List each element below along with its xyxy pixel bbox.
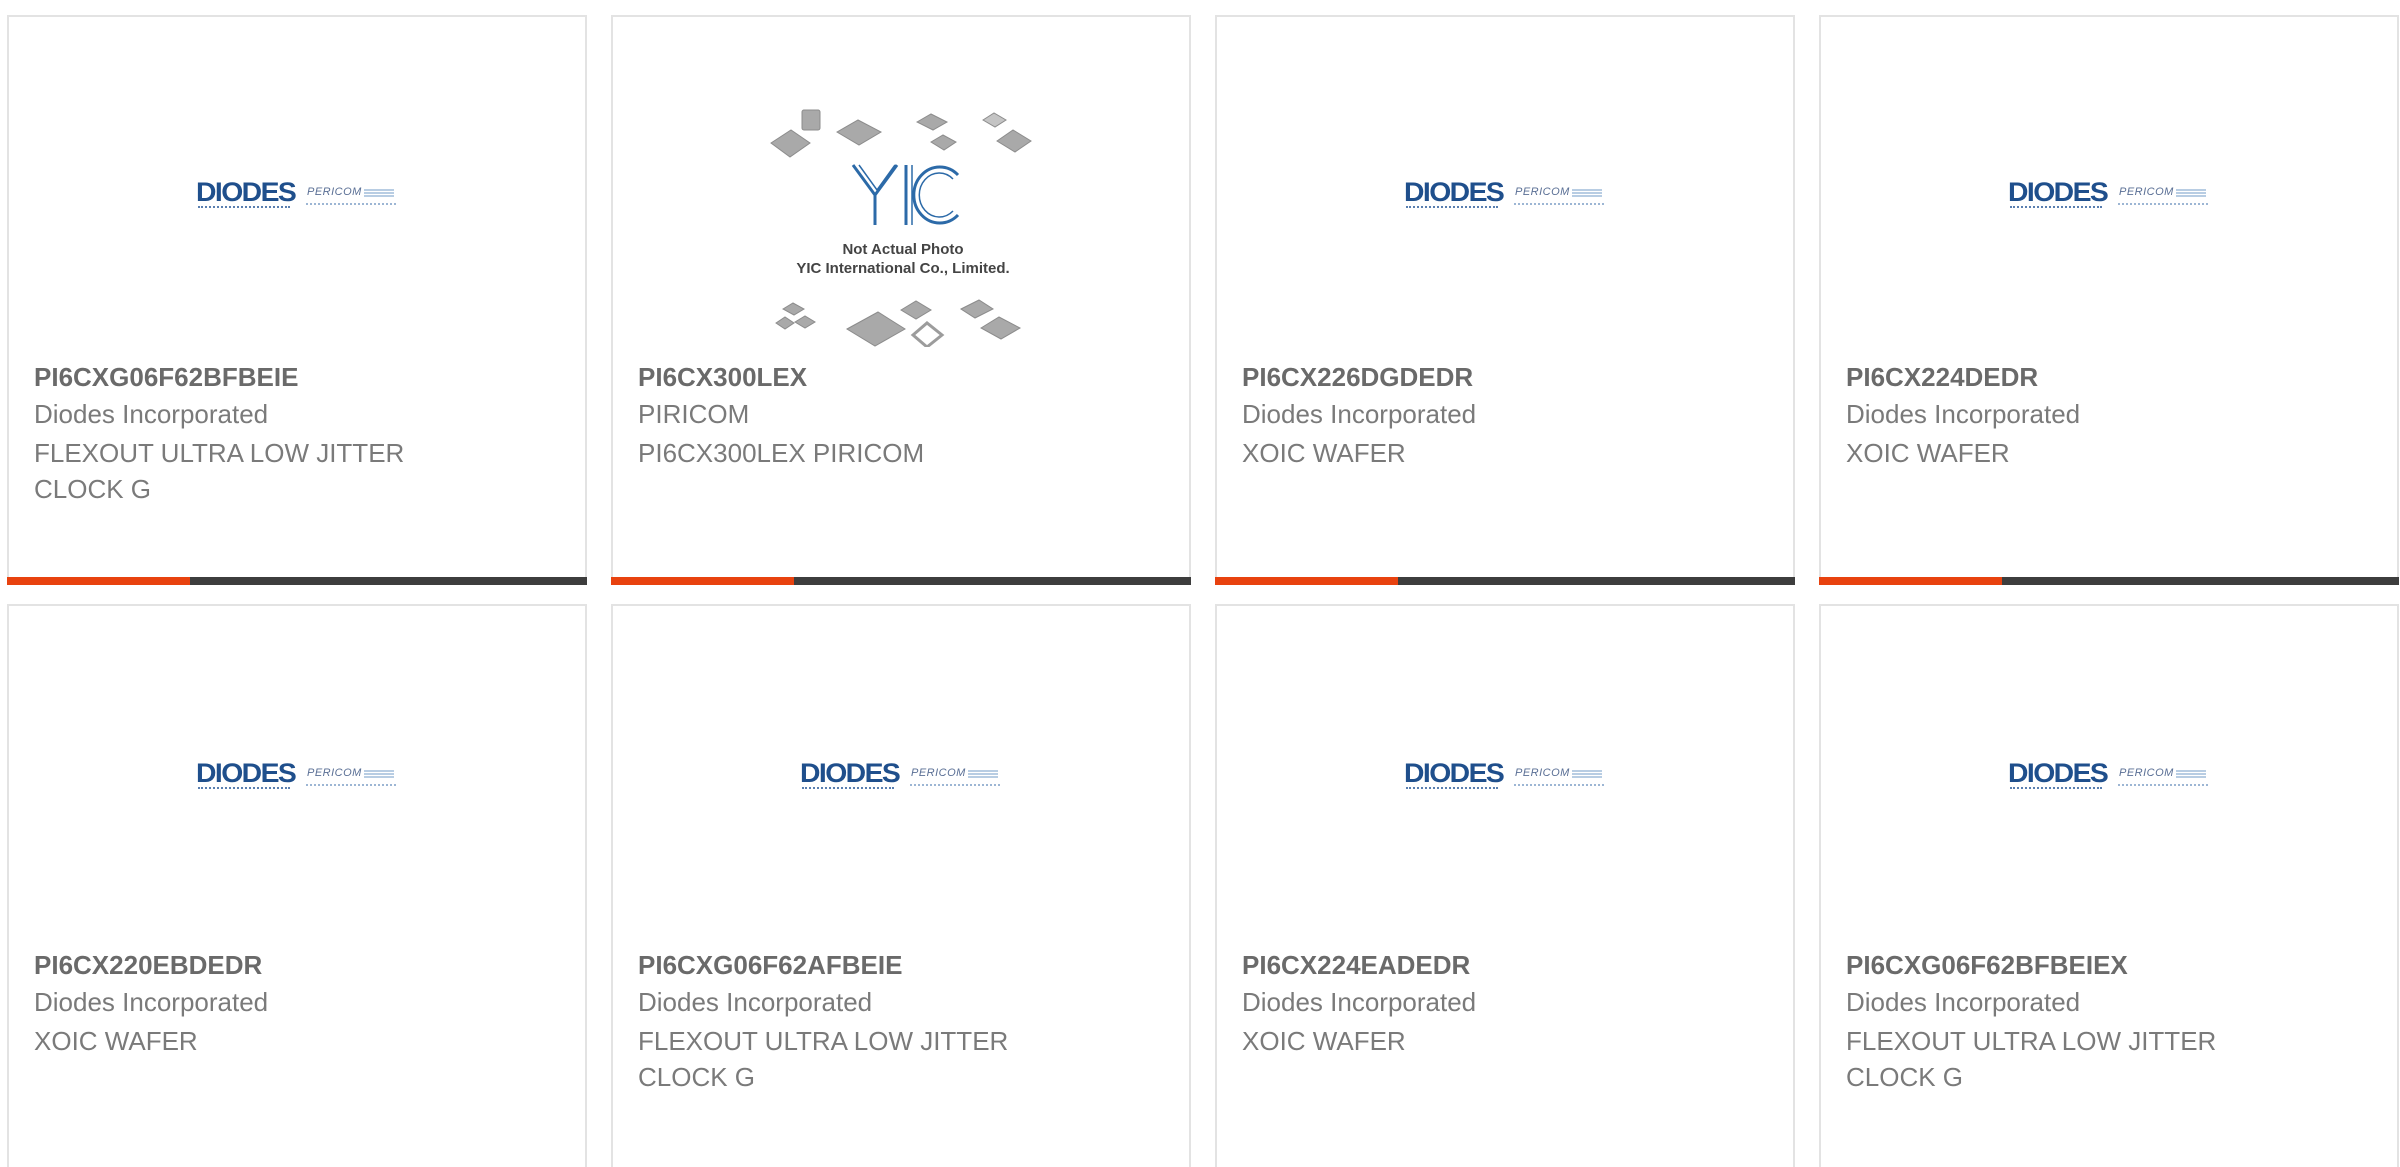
manufacturer-label: Diodes Incorporated [638,987,873,1017]
description-label: XOIC WAFER [1242,438,1406,468]
product-image[interactable]: DIODES PERICOM [9,17,585,347]
product-card[interactable]: DIODES PERICOM PI6CX224EADEDR Diodes Inc… [1215,604,1795,1167]
part-number-link[interactable]: PI6CXG06F62AFBEIE [638,950,902,981]
manufacturer-label: PIRICOM [638,399,750,429]
diodes-pericom-logo: DIODES PERICOM [1404,175,1614,215]
diodes-pericom-logo: DIODES PERICOM [196,175,406,215]
diodes-pericom-logo: DIODES PERICOM [1404,756,1614,796]
product-card[interactable]: DIODES PERICOM PI6CXG06F62AFBEIE Diodes … [611,604,1191,1167]
part-number-link[interactable]: PI6CX300LEX [638,362,807,393]
product-card[interactable]: DIODES PERICOM PI6CXG06F62BFBEIE Diodes … [7,15,587,585]
manufacturer-label: Diodes Incorporated [34,399,269,429]
product-card[interactable]: DIODES PERICOM PI6CX226DGDEDR Diodes Inc… [1215,15,1795,585]
manufacturer-label: Diodes Incorporated [34,987,269,1017]
product-card[interactable]: DIODES PERICOM PI6CX220EBDEDR Diodes Inc… [7,604,587,1167]
part-number-link[interactable]: PI6CX224EADEDR [1242,950,1470,981]
manufacturer-label: Diodes Incorporated [1846,987,2081,1017]
not-actual-photo-image: Not Actual Photo YIC International Co., … [770,109,1032,347]
card-accent-bar [7,577,587,585]
diodes-pericom-logo: DIODES PERICOM [800,756,1010,796]
description-label: FLEXOUT ULTRA LOW JITTER CLOCK G [638,1026,1009,1092]
description-label: FLEXOUT ULTRA LOW JITTER CLOCK G [1846,1026,2217,1092]
product-card[interactable]: DIODES PERICOM PI6CXG06F62BFBEIEX Diodes… [1819,604,2399,1167]
yic-company-caption: YIC International Co., Limited. [796,260,1009,277]
product-image[interactable]: DIODES PERICOM [613,606,1189,936]
description-label: XOIC WAFER [34,1026,198,1056]
part-number-link[interactable]: PI6CX224DEDR [1846,362,2038,393]
description-label: FLEXOUT ULTRA LOW JITTER CLOCK G [34,438,405,504]
manufacturer-label: Diodes Incorporated [1846,399,2081,429]
description-label: XOIC WAFER [1242,1026,1406,1056]
manufacturer-label: Diodes Incorporated [1242,399,1477,429]
description-label: PI6CX300LEX PIRICOM [638,438,925,468]
card-accent-bar [1215,577,1795,585]
product-card[interactable]: Not Actual Photo YIC International Co., … [611,15,1191,585]
diodes-pericom-logo: DIODES PERICOM [2008,175,2218,215]
diodes-pericom-logo: DIODES PERICOM [196,756,406,796]
product-image[interactable]: DIODES PERICOM [1821,606,2397,936]
description-label: XOIC WAFER [1846,438,2010,468]
product-image[interactable]: Not Actual Photo YIC International Co., … [613,17,1189,347]
part-number-link[interactable]: PI6CX226DGDEDR [1242,362,1473,393]
manufacturer-label: Diodes Incorporated [1242,987,1477,1017]
part-number-link[interactable]: PI6CX220EBDEDR [34,950,262,981]
product-card[interactable]: DIODES PERICOM PI6CX224DEDR Diodes Incor… [1819,15,2399,585]
part-number-link[interactable]: PI6CXG06F62BFBEIEX [1846,950,2128,981]
part-number-link[interactable]: PI6CXG06F62BFBEIE [34,362,298,393]
card-accent-bar [1819,577,2399,585]
product-image[interactable]: DIODES PERICOM [1217,17,1793,347]
product-image[interactable]: DIODES PERICOM [1821,17,2397,347]
product-image[interactable]: DIODES PERICOM [1217,606,1793,936]
product-image[interactable]: DIODES PERICOM [9,606,585,936]
not-actual-photo-caption: Not Actual Photo [842,241,963,258]
diodes-pericom-logo: DIODES PERICOM [2008,756,2218,796]
card-accent-bar [611,577,1191,585]
product-grid: DIODES PERICOM PI6CXG06F62BFBEIE Diodes … [0,0,2400,1167]
